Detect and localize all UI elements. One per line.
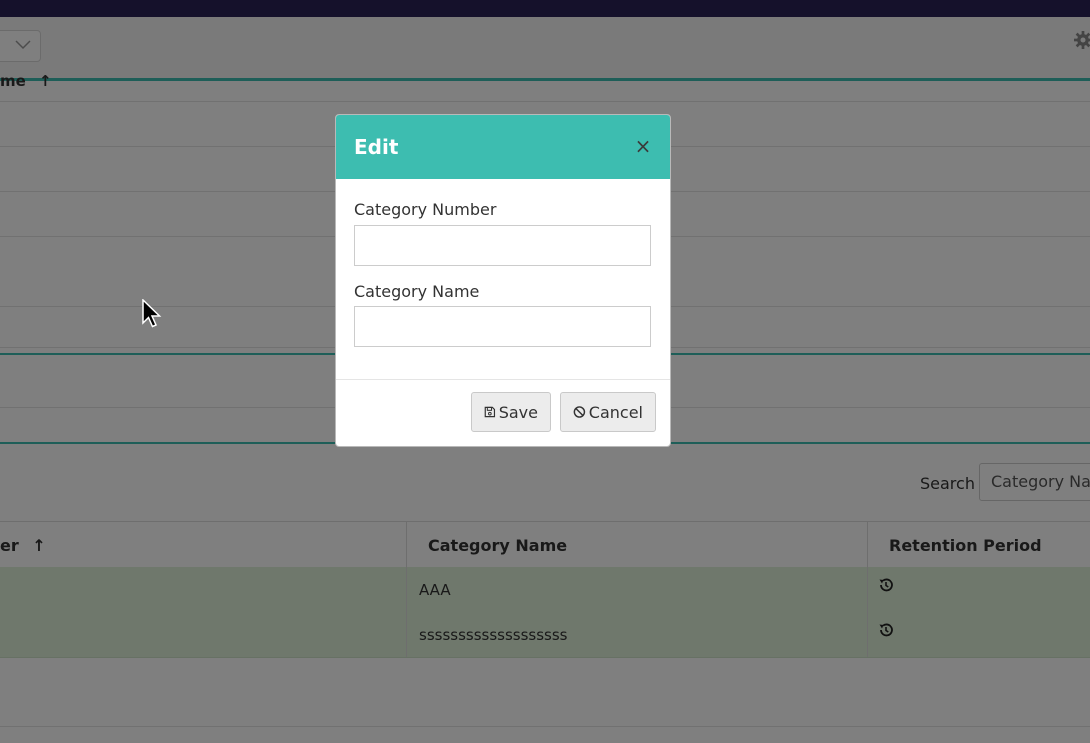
category-number-label: Category Number bbox=[354, 200, 497, 219]
category-name-label: Category Name bbox=[354, 282, 480, 301]
category-number-input[interactable] bbox=[354, 225, 651, 266]
dialog-header: Edit × bbox=[336, 115, 670, 179]
ban-icon bbox=[573, 406, 586, 418]
mouse-cursor-icon bbox=[142, 299, 162, 328]
dialog-body: Category Number Category Name bbox=[336, 179, 670, 380]
save-button[interactable]: Save bbox=[471, 392, 551, 432]
category-name-input[interactable] bbox=[354, 306, 651, 347]
edit-dialog: Edit × Category Number Category Name Sav… bbox=[335, 114, 671, 447]
save-icon bbox=[484, 406, 496, 418]
cancel-button[interactable]: Cancel bbox=[560, 392, 656, 432]
close-icon[interactable]: × bbox=[634, 136, 652, 156]
dialog-title: Edit bbox=[354, 135, 399, 159]
